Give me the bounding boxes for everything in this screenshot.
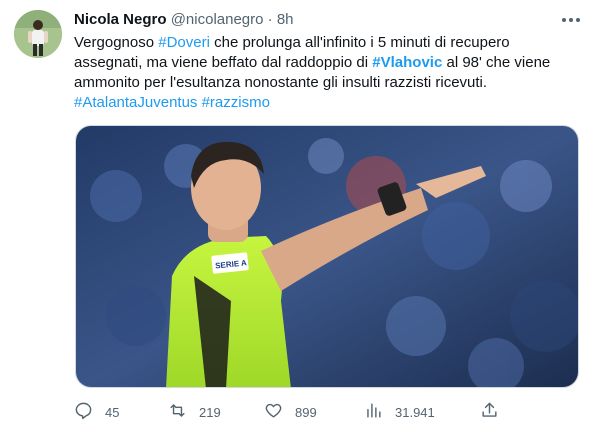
tweet-time[interactable]: 8h bbox=[277, 11, 294, 28]
share-button[interactable] bbox=[480, 401, 499, 423]
like-icon bbox=[264, 401, 283, 423]
hashtag-vlahovic[interactable]: #Vlahovic bbox=[372, 54, 442, 71]
tweet-actions: 45 219 899 31.941 bbox=[74, 401, 514, 423]
more-icon[interactable] bbox=[560, 10, 582, 30]
hashtag-razzismo[interactable]: #razzismo bbox=[202, 94, 270, 111]
views-count: 31.941 bbox=[395, 404, 435, 420]
tweet-header: Nicola Negro @nicolanegro · 8h bbox=[74, 10, 294, 30]
author-name[interactable]: Nicola Negro bbox=[74, 11, 167, 28]
author-handle[interactable]: @nicolanegro bbox=[171, 11, 264, 28]
retweet-count: 219 bbox=[199, 404, 221, 420]
share-icon bbox=[480, 401, 499, 423]
reply-icon bbox=[74, 401, 93, 423]
like-count: 899 bbox=[295, 404, 317, 420]
views-button[interactable]: 31.941 bbox=[364, 401, 435, 423]
reply-button[interactable]: 45 bbox=[74, 401, 119, 423]
reply-count: 45 bbox=[105, 404, 120, 420]
hashtag-doveri[interactable]: #Doveri bbox=[158, 34, 210, 51]
separator-dot: · bbox=[267, 11, 273, 28]
tweet-photo[interactable]: SERIE A bbox=[75, 125, 579, 388]
views-icon bbox=[364, 401, 383, 423]
like-button[interactable]: 899 bbox=[264, 401, 317, 423]
text-part: Vergognoso bbox=[74, 34, 159, 51]
avatar[interactable] bbox=[14, 10, 62, 58]
tweet-text: Vergognoso #Doveri che prolunga all'infi… bbox=[74, 33, 579, 113]
retweet-icon bbox=[168, 401, 187, 423]
retweet-button[interactable]: 219 bbox=[168, 401, 221, 423]
tweet-card[interactable]: Nicola Negro @nicolanegro · 8h Vergognos… bbox=[0, 0, 595, 433]
hashtag-atalantajuventus[interactable]: #AtalantaJuventus bbox=[74, 94, 197, 111]
